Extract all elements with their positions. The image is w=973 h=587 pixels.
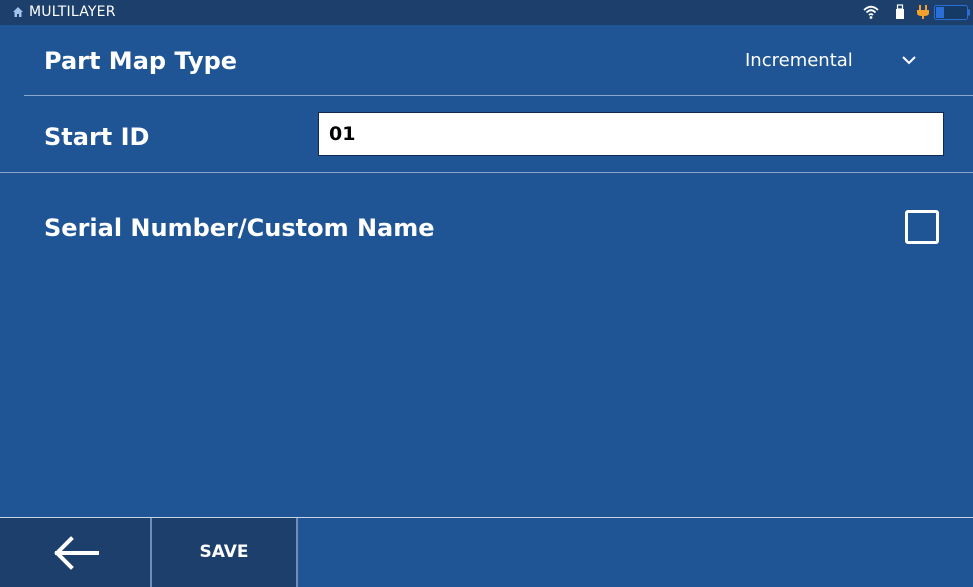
start-id-input[interactable] [318,112,944,156]
back-arrow-icon [54,536,99,570]
usb-icon [896,4,904,19]
app-title: MULTILAYER [29,4,116,20]
status-bar: MULTILAYER [0,0,973,25]
start-id-label: Start ID [44,123,150,151]
start-id-row: Start ID [0,96,973,172]
save-button[interactable]: SAVE [152,518,296,587]
row-divider [0,172,973,173]
part-map-type-dropdown[interactable]: Incremental [738,41,943,79]
serial-number-checkbox[interactable] [905,210,939,244]
chevron-down-icon [902,56,916,65]
save-button-label: SAVE [199,542,249,562]
part-map-type-row: Part Map Type Incremental [0,25,973,95]
back-button[interactable] [0,518,150,587]
part-map-type-label: Part Map Type [44,47,238,75]
wifi-icon [863,5,879,19]
serial-number-label: Serial Number/Custom Name [44,214,435,242]
power-plug-icon [917,5,929,19]
home-icon[interactable] [12,6,24,18]
part-map-type-value: Incremental [745,50,853,71]
bottom-toolbar: SAVE [0,518,973,587]
toolbar-empty-area [298,518,973,587]
battery-icon [934,5,970,20]
